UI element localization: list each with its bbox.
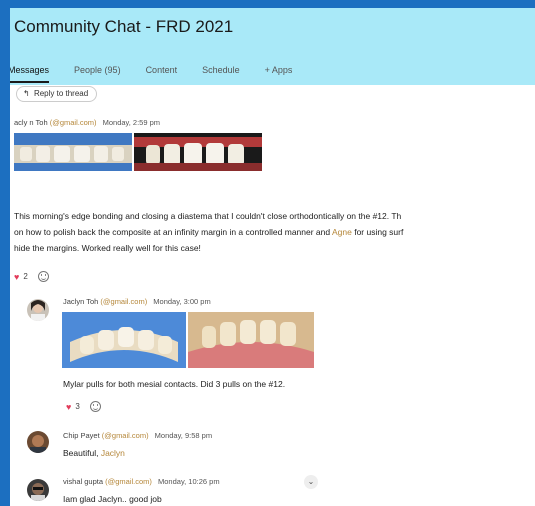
- reaction-count: 3: [75, 402, 80, 411]
- author-email: (@gmail.com): [101, 431, 149, 440]
- post-image-gallery[interactable]: [14, 133, 262, 171]
- main-post-line-3: hide the margins. Worked really well for…: [14, 243, 201, 253]
- reply-1-meta: Jaclyn Toh (@gmail.com) Monday, 3:00 pm: [63, 297, 211, 306]
- avatar-chip-icon: [27, 431, 49, 453]
- teeth-photos: [14, 133, 262, 171]
- avatar[interactable]: [27, 479, 49, 501]
- author-email: (@gmail.com): [105, 477, 152, 486]
- tab-content[interactable]: Content: [146, 65, 178, 83]
- chat-window: Community Chat - FRD 2021 Messages Peopl…: [10, 8, 535, 506]
- tab-schedule[interactable]: Schedule: [202, 65, 240, 83]
- author-name[interactable]: vishal gupta: [63, 477, 103, 486]
- reply-1-text: Mylar pulls for both mesial contacts. Di…: [63, 379, 286, 389]
- reply-icon: ↰: [23, 89, 30, 98]
- author-email: (@gmail.com): [100, 297, 148, 306]
- author-name[interactable]: Jaclyn Toh: [63, 297, 98, 306]
- tab-apps[interactable]: + Apps: [265, 65, 293, 83]
- main-post-reactions: ♥ 2: [14, 271, 49, 282]
- author-email: (@gmail.com): [49, 118, 97, 127]
- post-time: Monday, 2:59 pm: [102, 118, 161, 127]
- avatar[interactable]: [27, 299, 49, 321]
- reply-to-thread-label: Reply to thread: [33, 89, 89, 98]
- heart-icon[interactable]: ♥: [14, 272, 19, 282]
- header: Community Chat - FRD 2021 Messages Peopl…: [10, 8, 535, 85]
- mention-agne[interactable]: Agne: [332, 227, 352, 237]
- chevron-down-icon[interactable]: ⌄: [304, 475, 318, 489]
- reply-to-thread-button[interactable]: ↰ Reply to thread: [16, 86, 98, 102]
- reply-1-image-gallery[interactable]: [62, 312, 314, 368]
- reply-3-meta: vishal gupta (@gmail.com) Monday, 10:26 …: [63, 477, 220, 486]
- main-post-line-2-text-b: for using surf: [351, 227, 404, 237]
- post-time: Monday, 10:26 pm: [158, 477, 220, 486]
- reply-2-meta: Chip Payet (@gmail.com) Monday, 9:58 pm: [63, 431, 212, 440]
- reaction-count: 2: [23, 272, 28, 281]
- author-name[interactable]: acly n Toh: [14, 118, 48, 127]
- avatar-jaclyn-icon: [27, 299, 49, 321]
- heart-icon[interactable]: ♥: [66, 402, 71, 412]
- reply-1-reactions: ♥ 3: [66, 401, 101, 412]
- post-time: Monday, 3:00 pm: [153, 297, 211, 306]
- reply-3-text: Iam glad Jaclyn.. good job: [63, 494, 162, 504]
- add-reaction-icon[interactable]: [37, 271, 49, 282]
- page-title: Community Chat - FRD 2021: [14, 17, 234, 36]
- main-post-line-1: This morning's edge bonding and closing …: [14, 211, 402, 221]
- tab-people[interactable]: People (95): [74, 65, 121, 83]
- tab-messages[interactable]: Messages: [10, 65, 50, 83]
- main-post-meta: acly n Toh (@gmail.com) Monday, 2:59 pm: [14, 118, 160, 127]
- teeth-photos: [62, 312, 314, 368]
- add-reaction-icon[interactable]: [89, 401, 101, 412]
- reply-2-text-a: Beautiful,: [63, 448, 101, 458]
- reply-2-text: Beautiful, Jaclyn: [63, 445, 125, 461]
- main-post-line-2-text-a: on how to polish back the composite at a…: [14, 227, 332, 237]
- main-post-line-2: on how to polish back the composite at a…: [14, 224, 403, 240]
- avatar-vishal-icon: [27, 479, 49, 501]
- post-time: Monday, 9:58 pm: [154, 431, 213, 440]
- tab-bar: Messages People (95) Content Schedule + …: [10, 65, 317, 83]
- avatar[interactable]: [27, 431, 49, 453]
- author-name[interactable]: Chip Payet: [63, 431, 100, 440]
- mention-jaclyn[interactable]: Jaclyn: [101, 448, 125, 458]
